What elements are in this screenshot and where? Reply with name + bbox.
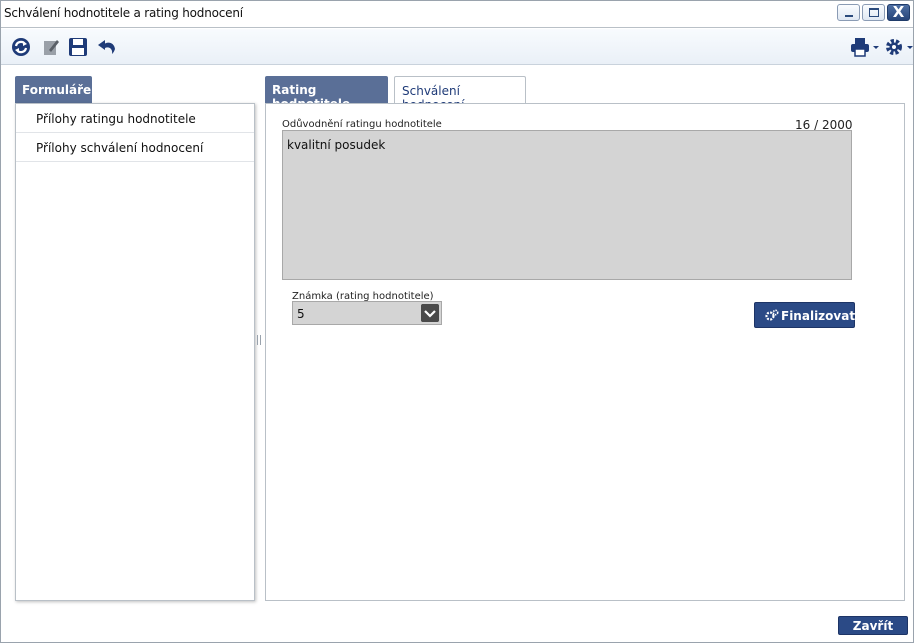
- tab-content: Odůvodnění ratingu hodnotitele 16 / 2000…: [265, 103, 905, 601]
- toolbar: [1, 29, 913, 65]
- tab-forms[interactable]: Formuláře: [15, 76, 92, 103]
- grade-select[interactable]: 5: [292, 301, 442, 325]
- justification-label: Odůvodnění ratingu hodnotitele: [282, 119, 442, 130]
- gears-icon: [765, 309, 779, 321]
- close-icon[interactable]: X: [887, 3, 910, 21]
- justification-textarea[interactable]: kvalitní posudek: [282, 130, 852, 280]
- chevron-down-icon[interactable]: [421, 304, 439, 322]
- window-controls: X: [837, 3, 910, 21]
- title-bar: Schválení hodnotitele a rating hodnocení…: [1, 1, 913, 28]
- tab-rating-evaluator[interactable]: Rating hodnotitele: [265, 76, 388, 111]
- list-item-approval-attachments[interactable]: Přílohy schválení hodnocení: [16, 133, 254, 162]
- finalize-label: Finalizovat: [781, 309, 856, 323]
- main-panel: Rating hodnotitele Schválení hodnocení O…: [265, 76, 905, 601]
- list-item-rating-attachments[interactable]: Přílohy ratingu hodnotitele: [16, 104, 254, 133]
- panel-splitter[interactable]: [257, 334, 263, 345]
- finalize-button[interactable]: Finalizovat: [754, 302, 855, 328]
- tab-approval[interactable]: Schválení hodnocení: [394, 76, 526, 112]
- window-title: Schválení hodnotitele a rating hodnocení: [4, 6, 243, 20]
- forms-panel: Formuláře Přílohy ratingu hodnotitele Př…: [15, 76, 255, 601]
- close-button[interactable]: Zavřít: [838, 616, 908, 635]
- forms-list: Přílohy ratingu hodnotitele Přílohy schv…: [15, 103, 255, 601]
- grade-value: 5: [297, 307, 305, 321]
- print-icon[interactable]: [850, 37, 880, 57]
- save-icon[interactable]: [68, 37, 88, 57]
- undo-icon[interactable]: [97, 37, 117, 57]
- maximize-icon[interactable]: [862, 4, 885, 21]
- edit-icon[interactable]: [41, 37, 61, 57]
- dialog-window: Schválení hodnotitele a rating hodnocení…: [0, 0, 914, 643]
- settings-icon[interactable]: [884, 37, 914, 57]
- close-glyph: X: [892, 3, 905, 21]
- minimize-icon[interactable]: [837, 4, 860, 21]
- refresh-icon[interactable]: [11, 37, 31, 57]
